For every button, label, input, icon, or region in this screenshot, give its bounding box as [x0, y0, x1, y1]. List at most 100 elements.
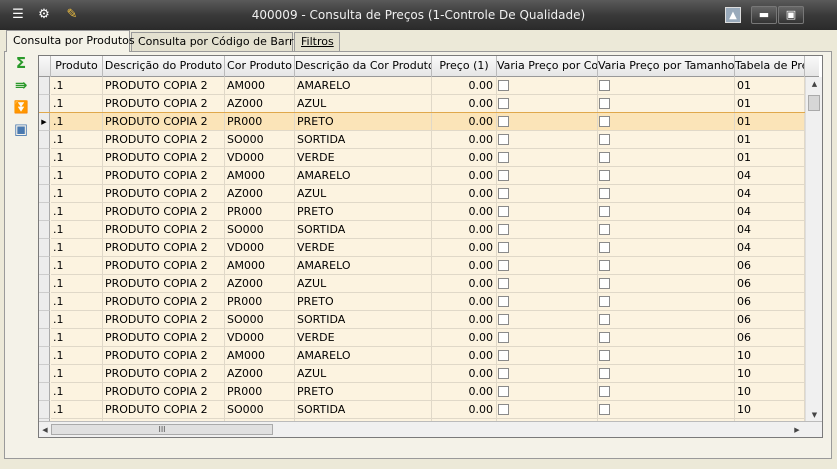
cell-tabela[interactable]: 10 — [735, 401, 805, 419]
header-varia-tamanho[interactable]: Varia Preço por Tamanho — [598, 56, 735, 77]
cell-preco[interactable]: 0.00 — [432, 239, 497, 257]
checkbox-varia-cor[interactable] — [498, 350, 509, 361]
cell-cor[interactable]: AM000 — [225, 347, 295, 365]
checkbox-varia-tamanho[interactable] — [599, 260, 610, 271]
checkbox-varia-tamanho[interactable] — [599, 116, 610, 127]
cell-descricao[interactable]: PRODUTO COPIA 2 — [103, 257, 225, 275]
cell-cor[interactable]: AM000 — [225, 257, 295, 275]
cell-cor[interactable]: SO000 — [225, 311, 295, 329]
table-row[interactable]: .1 PRODUTO COPIA 2 AM000 AMARELO 0.00 04 — [39, 167, 805, 185]
hscroll-thumb[interactable]: III — [51, 424, 273, 435]
cell-preco[interactable]: 0.00 — [432, 149, 497, 167]
cell-descricao[interactable]: PRODUTO COPIA 2 — [103, 149, 225, 167]
cell-desc-cor[interactable]: SORTIDA — [295, 221, 432, 239]
checkbox-varia-tamanho[interactable] — [599, 80, 610, 91]
cell-descricao[interactable]: PRODUTO COPIA 2 — [103, 221, 225, 239]
row-indicator[interactable] — [39, 77, 50, 95]
cell-preco[interactable]: 0.00 — [432, 113, 497, 131]
table-row[interactable]: .1 PRODUTO COPIA 2 SO000 SORTIDA 0.00 06 — [39, 311, 805, 329]
cell-desc-cor[interactable]: AMARELO — [295, 77, 432, 95]
checkbox-varia-cor[interactable] — [498, 296, 509, 307]
table-row[interactable]: .1 PRODUTO COPIA 2 SO000 SORTIDA 0.00 04 — [39, 221, 805, 239]
cell-produto[interactable]: .1 — [51, 131, 103, 149]
checkbox-varia-cor[interactable] — [498, 242, 509, 253]
row-indicator[interactable] — [39, 203, 50, 221]
cell-desc-cor[interactable]: AZUL — [295, 95, 432, 113]
checkbox-varia-tamanho[interactable] — [599, 314, 610, 325]
cell-preco[interactable]: 0.00 — [432, 167, 497, 185]
row-indicator[interactable] — [39, 347, 50, 365]
cell-produto[interactable]: .1 — [51, 257, 103, 275]
cell-produto[interactable]: .1 — [51, 275, 103, 293]
cell-produto[interactable]: .1 — [51, 383, 103, 401]
table-row[interactable]: .1 PRODUTO COPIA 2 AM000 AMARELO 0.00 06 — [39, 257, 805, 275]
checkbox-varia-tamanho[interactable] — [599, 296, 610, 307]
cell-descricao[interactable]: PRODUTO COPIA 2 — [103, 365, 225, 383]
cell-desc-cor[interactable]: VERDE — [295, 329, 432, 347]
cell-tabela[interactable]: 10 — [735, 347, 805, 365]
table-row[interactable]: .1 PRODUTO COPIA 2 AZ000 AZUL 0.00 04 — [39, 185, 805, 203]
cell-desc-cor[interactable]: AZUL — [295, 365, 432, 383]
tab-consulta-codigo-barras[interactable]: Consulta por Código de Barras — [131, 32, 306, 52]
cell-preco[interactable]: 0.00 — [432, 77, 497, 95]
checkbox-varia-tamanho[interactable] — [599, 98, 610, 109]
scroll-thumb[interactable] — [808, 95, 820, 111]
cell-desc-cor[interactable]: AMARELO — [295, 257, 432, 275]
table-row[interactable]: .1 PRODUTO COPIA 2 AZ000 AZUL 0.00 10 — [39, 365, 805, 383]
checkbox-varia-cor[interactable] — [498, 368, 509, 379]
horizontal-scrollbar[interactable]: ◀ III ▶ — [39, 421, 822, 437]
cell-descricao[interactable]: PRODUTO COPIA 2 — [103, 329, 225, 347]
table-row[interactable]: .1 PRODUTO COPIA 2 AZ000 AZUL 0.00 06 — [39, 275, 805, 293]
cell-preco[interactable]: 0.00 — [432, 347, 497, 365]
cell-preco[interactable]: 0.00 — [432, 131, 497, 149]
checkbox-varia-tamanho[interactable] — [599, 368, 610, 379]
cell-cor[interactable]: AZ000 — [225, 185, 295, 203]
cell-tabela[interactable]: 04 — [735, 239, 805, 257]
cell-preco[interactable]: 0.00 — [432, 95, 497, 113]
table-row[interactable]: .1 PRODUTO COPIA 2 PR000 PRETO 0.00 06 — [39, 293, 805, 311]
cell-descricao[interactable]: PRODUTO COPIA 2 — [103, 113, 225, 131]
table-row[interactable]: ▶ .1 PRODUTO COPIA 2 PR000 PRETO 0.00 01 — [39, 112, 806, 132]
cell-cor[interactable]: AM000 — [225, 77, 295, 95]
row-indicator[interactable] — [39, 311, 50, 329]
cell-cor[interactable]: VD000 — [225, 239, 295, 257]
cell-tabela[interactable]: 06 — [735, 257, 805, 275]
cell-tabela[interactable]: 01 — [735, 149, 805, 167]
cell-desc-cor[interactable]: PRETO — [295, 113, 432, 131]
cell-desc-cor[interactable]: VERDE — [295, 239, 432, 257]
cell-cor[interactable]: SO000 — [225, 401, 295, 419]
cell-descricao[interactable]: PRODUTO COPIA 2 — [103, 203, 225, 221]
header-descricao-cor[interactable]: Descrição da Cor Produto — [295, 56, 432, 77]
cell-produto[interactable]: .1 — [51, 239, 103, 257]
checkbox-varia-cor[interactable] — [498, 314, 509, 325]
header-tabela-preco[interactable]: Tabela de Preç — [735, 56, 805, 77]
checkbox-varia-tamanho[interactable] — [599, 332, 610, 343]
table-row[interactable]: .1 PRODUTO COPIA 2 PR000 PRETO 0.00 04 — [39, 203, 805, 221]
cell-cor[interactable]: SO000 — [225, 221, 295, 239]
row-indicator[interactable] — [39, 221, 50, 239]
header-descricao-produto[interactable]: Descrição do Produto — [103, 56, 225, 77]
minimize-button[interactable]: ▬ — [751, 6, 777, 24]
table-row[interactable]: .1 PRODUTO COPIA 2 VD000 VERDE 0.00 04 — [39, 239, 805, 257]
row-indicator[interactable] — [39, 167, 50, 185]
table-row[interactable]: .1 PRODUTO COPIA 2 AM000 AMARELO 0.00 01 — [39, 77, 805, 95]
checkbox-varia-cor[interactable] — [498, 332, 509, 343]
row-indicator[interactable] — [39, 257, 50, 275]
checkbox-varia-tamanho[interactable] — [599, 224, 610, 235]
cell-preco[interactable]: 0.00 — [432, 203, 497, 221]
cell-produto[interactable]: .1 — [51, 185, 103, 203]
cell-tabela[interactable]: 06 — [735, 275, 805, 293]
checkbox-varia-tamanho[interactable] — [599, 188, 610, 199]
cell-desc-cor[interactable]: VERDE — [295, 149, 432, 167]
cell-desc-cor[interactable]: PRETO — [295, 203, 432, 221]
table-row[interactable]: .1 PRODUTO COPIA 2 AZ000 AZUL 0.00 01 — [39, 95, 805, 113]
cell-preco[interactable]: 0.00 — [432, 365, 497, 383]
maximize-button[interactable]: ▣ — [778, 6, 804, 24]
cell-descricao[interactable]: PRODUTO COPIA 2 — [103, 275, 225, 293]
cell-descricao[interactable]: PRODUTO COPIA 2 — [103, 185, 225, 203]
checkbox-varia-tamanho[interactable] — [599, 134, 610, 145]
cell-cor[interactable]: AZ000 — [225, 365, 295, 383]
cell-descricao[interactable]: PRODUTO COPIA 2 — [103, 293, 225, 311]
row-indicator[interactable]: ▶ — [39, 113, 50, 131]
row-indicator[interactable] — [39, 293, 50, 311]
